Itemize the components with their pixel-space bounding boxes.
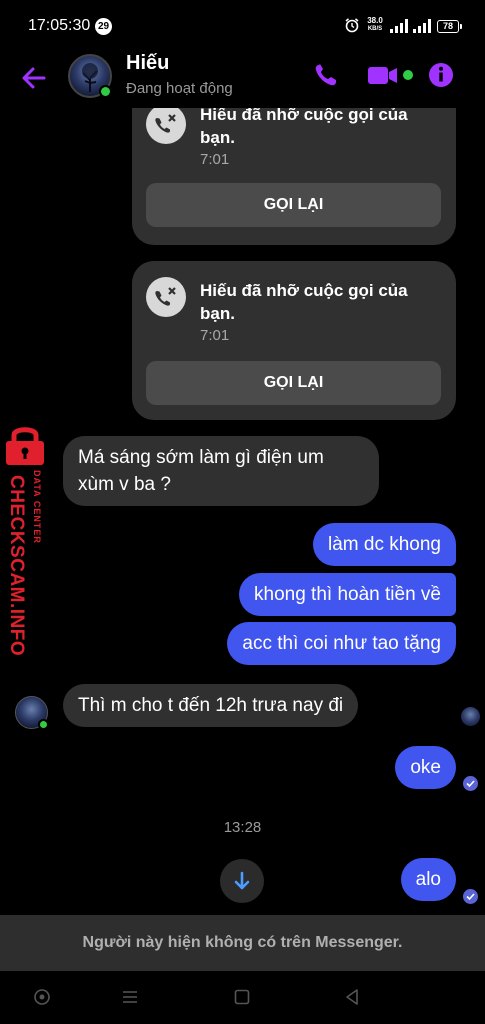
incoming-message[interactable]: Má sáng sớm làm gì điện um xùm v ba ?: [63, 436, 379, 506]
checkscam-watermark: CHECKSCAM.INFO DATA CENTER: [0, 415, 52, 665]
lock-icon: [6, 427, 44, 465]
outgoing-message[interactable]: alo: [400, 858, 456, 901]
message-timestamp: 13:28: [223, 819, 262, 836]
notification-count-badge: 29: [95, 18, 112, 35]
system-nav-bar: [0, 971, 485, 1024]
contact-status: Đang hoạt động: [126, 80, 233, 97]
alarm-icon: [345, 18, 359, 33]
contact-name[interactable]: Hiếu: [126, 52, 169, 75]
online-indicator: [99, 85, 112, 98]
outgoing-message[interactable]: oke: [395, 746, 456, 789]
network-speed-unit: KB/S: [367, 26, 383, 32]
video-camera-icon[interactable]: [366, 60, 400, 90]
message-list[interactable]: Hiếu đã nhỡ cuộc gọi của bạn. 7:01 GỌI L…: [0, 108, 485, 915]
chat-header: Hiếu Đang hoạt động: [0, 52, 485, 108]
delivered-check-icon: [463, 776, 478, 791]
signal-icon-2: [413, 19, 431, 33]
scroll-to-bottom-button[interactable]: [220, 859, 264, 903]
missed-call-card: Hiếu đã nhỡ cuộc gọi của bạn. 7:01 GỌI L…: [132, 261, 456, 420]
contact-avatar[interactable]: [68, 54, 112, 98]
online-indicator: [38, 719, 49, 730]
network-speed-value: 38.0: [367, 16, 383, 25]
read-receipt-avatar: [461, 707, 480, 726]
missed-call-icon: [146, 108, 186, 144]
info-icon[interactable]: [426, 60, 460, 90]
back-arrow-icon[interactable]: [20, 64, 48, 92]
signal-icon: [390, 19, 408, 33]
unavailable-notice: Người này hiện không có trên Messenger.: [0, 915, 485, 971]
back-icon[interactable]: [341, 986, 363, 1008]
network-speed: 38.0 KB/S: [364, 16, 386, 34]
outgoing-message[interactable]: khong thì hoàn tiền về: [239, 573, 456, 616]
call-back-button[interactable]: GỌI LẠI: [146, 361, 441, 405]
missed-call-time: 7:01: [200, 327, 230, 344]
home-icon[interactable]: [231, 986, 253, 1008]
menu-icon[interactable]: [119, 986, 141, 1008]
incoming-message[interactable]: Thì m cho t đến 12h trưa nay đi: [63, 684, 359, 727]
assistant-icon[interactable]: [31, 986, 53, 1008]
video-active-indicator: [403, 70, 413, 80]
missed-call-text: Hiếu đã nhỡ cuộc gọi của bạn.: [200, 281, 408, 323]
missed-call-card: Hiếu đã nhỡ cuộc gọi của bạn. 7:01 GỌI L…: [132, 108, 456, 245]
watermark-subtext: DATA CENTER: [32, 470, 42, 544]
delivered-check-icon: [463, 889, 478, 904]
phone-icon[interactable]: [310, 60, 344, 90]
outgoing-message[interactable]: làm dc khong: [312, 523, 456, 566]
call-back-button[interactable]: GỌI LẠI: [146, 183, 441, 227]
missed-call-icon: [146, 277, 186, 317]
outgoing-message[interactable]: acc thì coi như tao tặng: [227, 622, 456, 665]
status-bar: 17:05:30 29 38.0 KB/S 78: [0, 0, 485, 52]
status-time: 17:05:30: [28, 17, 91, 34]
arrow-down-icon: [234, 871, 250, 890]
missed-call-text: Hiếu đã nhỡ cuộc gọi của bạn.: [200, 108, 408, 147]
missed-call-time: 7:01: [200, 151, 230, 168]
watermark-text: CHECKSCAM.INFO: [6, 475, 27, 657]
battery-indicator: 78: [437, 20, 462, 33]
